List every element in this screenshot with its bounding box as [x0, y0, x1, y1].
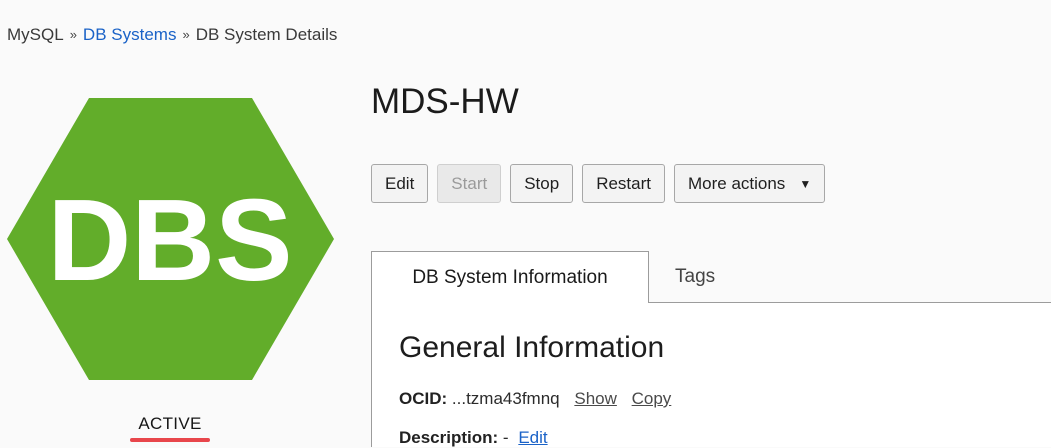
ocid-label: OCID:: [399, 389, 448, 408]
ocid-row: OCID: ...tzma43fmnq Show Copy: [399, 389, 671, 409]
more-actions-button[interactable]: More actions ▼: [673, 164, 826, 203]
tab-db-system-information[interactable]: DB System Information: [371, 251, 649, 303]
stop-button[interactable]: Stop: [510, 164, 574, 203]
breadcrumb-current: DB System Details: [195, 25, 338, 44]
status-text: ACTIVE: [138, 414, 202, 433]
restart-button[interactable]: Restart: [582, 164, 665, 203]
more-actions-label: More actions: [687, 173, 786, 193]
tab-content-panel: General Information OCID: ...tzma43fmnq …: [371, 303, 1051, 447]
chevron-down-icon: ▼: [799, 176, 812, 191]
edit-button[interactable]: Edit: [371, 164, 429, 203]
status-underline: [130, 438, 210, 442]
breadcrumb-db-systems-link[interactable]: DB Systems: [83, 25, 177, 44]
description-row: Description: - Edit: [399, 428, 548, 448]
logo-text: DBS: [48, 175, 293, 305]
breadcrumb: MySQL » DB Systems » DB System Details: [7, 25, 337, 45]
action-toolbar: Edit Start Stop Restart More actions ▼: [371, 164, 826, 203]
page-title: MDS-HW: [371, 82, 519, 121]
status-indicator: ACTIVE: [130, 414, 210, 442]
start-button[interactable]: Start: [437, 164, 502, 203]
tab-tags[interactable]: Tags: [675, 251, 715, 303]
breadcrumb-mysql: MySQL: [7, 25, 64, 44]
description-label: Description:: [399, 428, 499, 447]
breadcrumb-separator: »: [69, 27, 77, 42]
section-title-general-information: General Information: [399, 331, 665, 364]
ocid-value: ...tzma43fmnq: [451, 389, 560, 408]
hexagon-dbs-icon: DBS: [7, 98, 334, 380]
ocid-show-link[interactable]: Show: [574, 389, 617, 408]
description-edit-link[interactable]: Edit: [518, 428, 547, 447]
ocid-copy-link[interactable]: Copy: [632, 389, 672, 408]
description-value: -: [502, 428, 509, 447]
tab-bar: DB System Information Tags: [371, 251, 1051, 303]
breadcrumb-separator: »: [182, 27, 190, 42]
